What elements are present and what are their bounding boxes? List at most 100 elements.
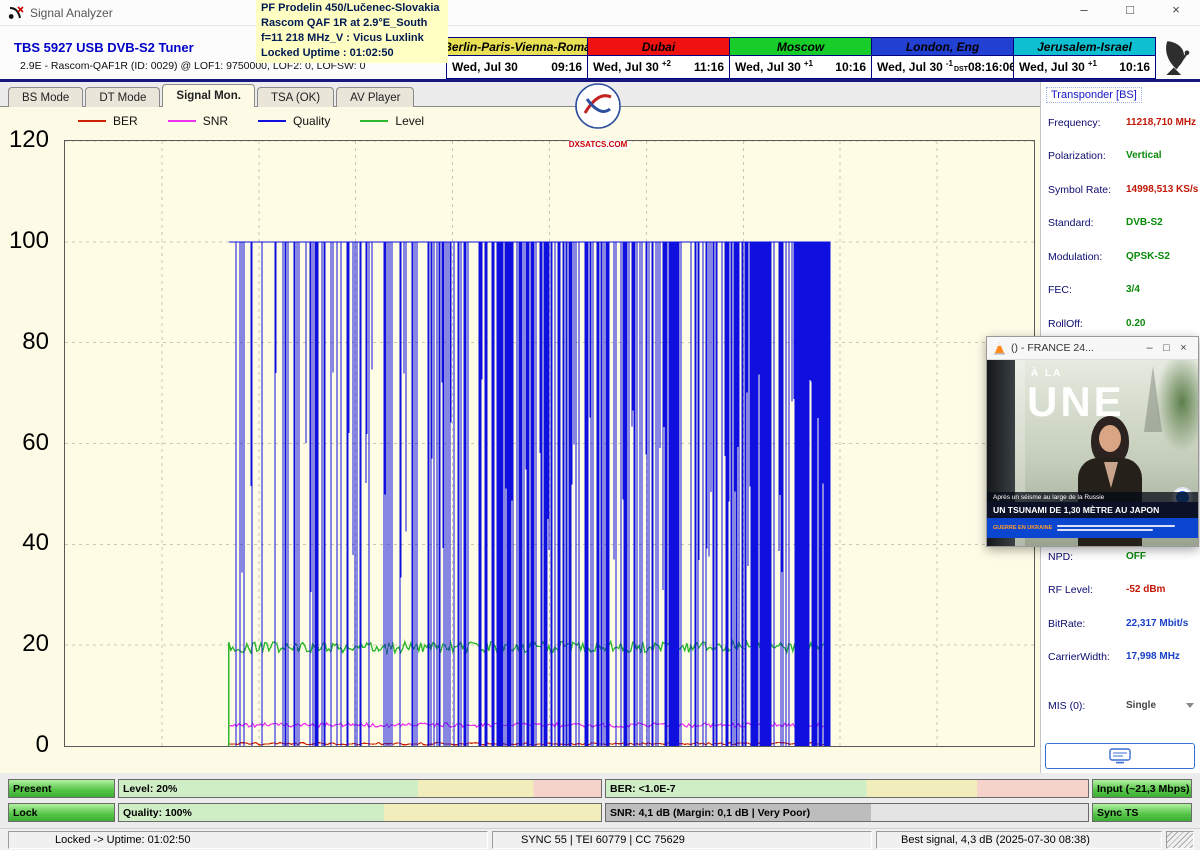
site-info-line: Locked Uptime : 01:02:50 bbox=[261, 46, 443, 61]
y-axis-tick-label: 100 bbox=[9, 227, 49, 255]
satellite-dish-icon bbox=[1160, 38, 1196, 76]
site-info-line: PF Prodelin 450/Lučenec-Slovakia bbox=[261, 1, 443, 16]
snr-line-swatch bbox=[168, 120, 196, 122]
clock-date: Wed, Jul 30 bbox=[452, 60, 518, 74]
clock-time: Wed, Jul 30 +2 11:16 bbox=[588, 56, 729, 78]
clock-offset: +1 bbox=[1088, 59, 1097, 68]
header-separator bbox=[0, 79, 1200, 82]
field-label: FEC: bbox=[1048, 284, 1072, 296]
present-indicator: Present bbox=[8, 779, 115, 798]
vlc-minimize-button[interactable]: – bbox=[1141, 342, 1158, 354]
field-value: 22,317 Mbit/s bbox=[1126, 618, 1188, 629]
clock-dubai: Dubai Wed, Jul 30 +2 11:16 bbox=[588, 37, 730, 79]
mis-dropdown-arrow-icon[interactable] bbox=[1186, 703, 1194, 708]
resize-grip[interactable] bbox=[1166, 831, 1194, 849]
status-best-signal: Best signal, 4,3 dB (2025-07-30 08:38) bbox=[876, 831, 1162, 849]
status-uptime: Locked -> Uptime: 01:02:50 bbox=[8, 831, 488, 849]
ticker-label: GUERRE EN UKRAINE bbox=[993, 525, 1052, 531]
field-value: 14998,513 KS/s bbox=[1126, 184, 1198, 195]
field-symbol-rate: Symbol Rate: 14998,513 KS/s bbox=[1048, 184, 1196, 200]
dxsatcs-logo-text: DXSATCS.COM bbox=[567, 140, 630, 149]
clock-offset: +1 bbox=[804, 59, 813, 68]
input-indicator: Input (~21,3 Mbps) bbox=[1092, 779, 1192, 798]
field-label: CarrierWidth: bbox=[1048, 651, 1110, 663]
field-standard: Standard: DVB-S2 bbox=[1048, 217, 1196, 233]
field-label: Symbol Rate: bbox=[1048, 184, 1111, 196]
y-axis-tick-label: 60 bbox=[22, 429, 49, 457]
tab-bs-mode[interactable]: BS Mode bbox=[8, 87, 83, 107]
y-axis-labels: 020406080100120 bbox=[0, 140, 58, 747]
tab-tsa[interactable]: TSA (OK) bbox=[257, 87, 334, 107]
clock-time: Wed, Jul 30 +1 10:16 bbox=[1014, 56, 1155, 78]
ber-line-swatch bbox=[78, 120, 106, 122]
clock-offset: +2 bbox=[662, 59, 671, 68]
field-value: OFF bbox=[1126, 551, 1146, 562]
vlc-close-button[interactable]: × bbox=[1175, 342, 1192, 354]
maximize-button[interactable]: □ bbox=[1120, 2, 1140, 17]
clock-date: Wed, Jul 30 bbox=[877, 60, 943, 74]
field-value: QPSK-S2 bbox=[1126, 251, 1170, 262]
app-titlebar: Signal Analyzer – □ × bbox=[0, 0, 1200, 26]
field-label: Polarization: bbox=[1048, 150, 1106, 162]
vlc-video-frame[interactable]: À LA UNE Après un séisme au large de la … bbox=[987, 360, 1198, 546]
chart-legend: BER SNR Quality Level bbox=[78, 114, 424, 128]
field-modulation: Modulation: QPSK-S2 bbox=[1048, 251, 1196, 267]
app-icon bbox=[8, 5, 24, 21]
lock-indicator: Lock bbox=[8, 803, 115, 822]
field-npd: NPD: OFF bbox=[1048, 551, 1196, 567]
field-rolloff: RollOff: 0.20 bbox=[1048, 318, 1196, 334]
ts-monitor-icon bbox=[1109, 748, 1131, 764]
minimize-button[interactable]: – bbox=[1074, 2, 1094, 17]
banner-headline: UN TSUNAMI DE 1,30 MÈTRE AU JAPON bbox=[987, 502, 1198, 518]
site-info-line: Rascom QAF 1R at 2.9°E_South bbox=[261, 16, 443, 31]
field-value: -52 dBm bbox=[1126, 584, 1165, 595]
clock-berlin-paris: Berlin-Paris-Vienna-Roma Wed, Jul 30 09:… bbox=[446, 37, 588, 79]
status-bar: Locked -> Uptime: 01:02:50 SYNC 55 | TEI… bbox=[0, 828, 1200, 850]
legend-ber: BER bbox=[78, 114, 138, 128]
clock-time: Wed, Jul 30 -1 DST 08:16:06 bbox=[872, 56, 1013, 78]
quality-line-swatch bbox=[258, 120, 286, 122]
site-info-line: f=11 218 MHz_V : Vicus Luxlink bbox=[261, 31, 443, 46]
tab-av-player[interactable]: AV Player bbox=[336, 87, 414, 107]
y-axis-tick-label: 120 bbox=[9, 126, 49, 154]
clock-time: Wed, Jul 30 09:16 bbox=[447, 56, 587, 78]
field-label: Standard: bbox=[1048, 217, 1094, 229]
vlc-titlebar[interactable]: () - FRANCE 24... – □ × bbox=[987, 337, 1198, 360]
foliage bbox=[1156, 360, 1198, 452]
field-value: 11218,710 MHz bbox=[1126, 117, 1196, 128]
tab-signal-mon[interactable]: Signal Mon. bbox=[162, 84, 255, 107]
clock-date: Wed, Jul 30 bbox=[735, 60, 801, 74]
vlc-player-window: () - FRANCE 24... – □ × À LA UNE Après u… bbox=[986, 336, 1199, 547]
clock-city-label: Jerusalem-Israel bbox=[1014, 38, 1155, 56]
signal-chart bbox=[64, 140, 1035, 747]
field-label: MIS (0): bbox=[1048, 700, 1085, 712]
window-title: Signal Analyzer bbox=[30, 6, 113, 20]
legend-label: SNR bbox=[203, 114, 228, 128]
world-clocks: Berlin-Paris-Vienna-Roma Wed, Jul 30 09:… bbox=[446, 37, 1156, 79]
field-polarization: Polarization: Vertical bbox=[1048, 150, 1196, 166]
level-bar: Level: 20% bbox=[118, 779, 602, 798]
mis-selected-value[interactable]: Single bbox=[1126, 700, 1156, 711]
field-label: NPD: bbox=[1048, 551, 1073, 563]
vlc-maximize-button[interactable]: □ bbox=[1158, 342, 1175, 354]
field-frequency: Frequency: 11218,710 MHz bbox=[1048, 117, 1196, 133]
y-axis-tick-label: 80 bbox=[22, 328, 49, 356]
close-button[interactable]: × bbox=[1166, 2, 1186, 17]
clock-city-label: Berlin-Paris-Vienna-Roma bbox=[447, 38, 587, 56]
ts-monitor-button[interactable] bbox=[1045, 743, 1195, 769]
field-rf-level: RF Level: -52 dBm bbox=[1048, 584, 1196, 600]
clock-date: Wed, Jul 30 bbox=[1019, 60, 1085, 74]
field-value: 3/4 bbox=[1126, 284, 1140, 295]
clock-hm: 10:16 bbox=[835, 60, 866, 74]
vlc-cone-icon bbox=[993, 341, 1006, 355]
status-sync-counters: SYNC 55 | TEI 60779 | CC 75629 bbox=[492, 831, 872, 849]
field-mis[interactable]: MIS (0): Single bbox=[1048, 700, 1196, 716]
tuner-name: TBS 5927 USB DVB-S2 Tuner bbox=[14, 40, 194, 55]
ber-bar: BER: <1.0E-7 bbox=[605, 779, 1089, 798]
clock-city-label: Moscow bbox=[730, 38, 871, 56]
field-value: DVB-S2 bbox=[1126, 217, 1163, 228]
dxsatcs-logo-icon bbox=[575, 83, 621, 129]
quality-bar: Quality: 100% bbox=[118, 803, 602, 822]
tab-dt-mode[interactable]: DT Mode bbox=[85, 87, 160, 107]
clock-london: London, Eng Wed, Jul 30 -1 DST 08:16:06 bbox=[872, 37, 1014, 79]
